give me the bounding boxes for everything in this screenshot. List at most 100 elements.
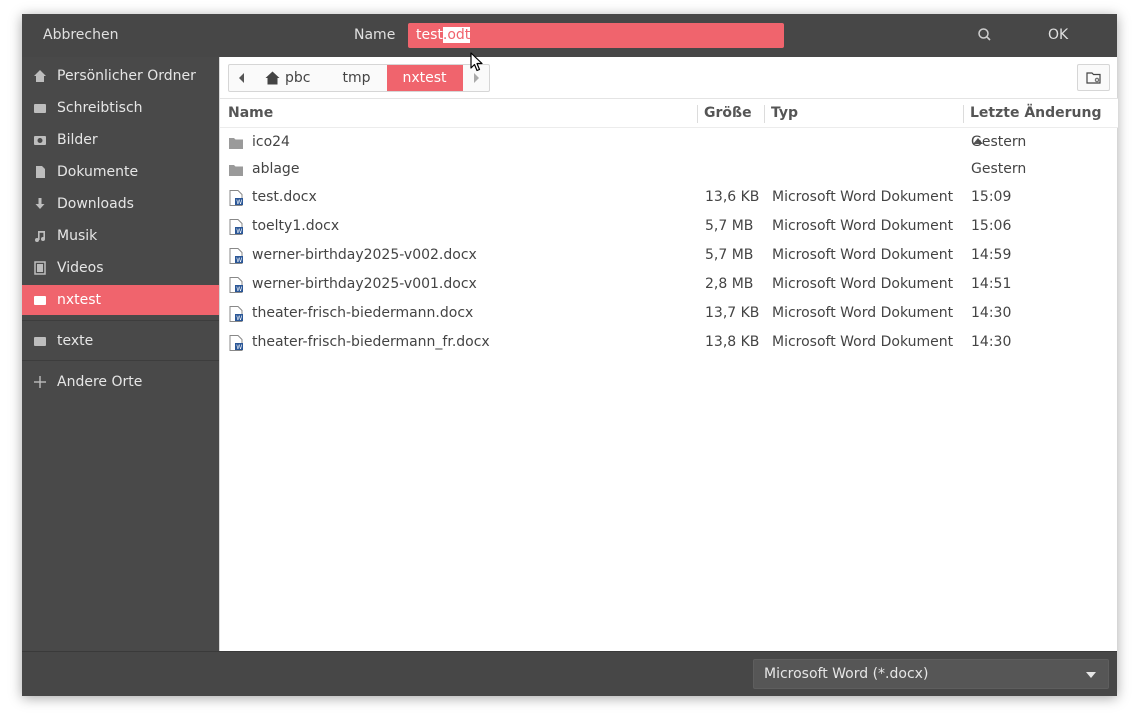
file-size: 5,7 MB <box>705 218 754 234</box>
sidebar-item-label: nxtest <box>57 292 102 308</box>
search-button[interactable] <box>976 26 994 44</box>
file-name: theater-frisch-biedermann_fr.docx <box>252 334 490 350</box>
sidebar-item-label: Videos <box>57 260 104 276</box>
word-document-icon: W <box>229 335 243 351</box>
sidebar-item-label: Andere Orte <box>57 374 143 390</box>
svg-text:W: W <box>236 286 242 293</box>
file-type: Microsoft Word Dokument <box>772 305 954 321</box>
file-name: theater-frisch-biedermann.docx <box>252 305 474 321</box>
table-row[interactable]: W toelty1.docx 5,7 MB Microsoft Word Dok… <box>220 212 1118 241</box>
file-save-dialog: Abbrechen Name test.odt OK Persönlicher … <box>22 14 1118 696</box>
sidebar-item-videos[interactable]: Videos <box>22 253 219 283</box>
chevron-down-icon <box>1086 672 1096 678</box>
file-modified: Gestern <box>971 134 1027 150</box>
sidebar-item-other-locations[interactable]: Andere Orte <box>22 367 219 397</box>
file-type: Microsoft Word Dokument <box>772 276 954 292</box>
path-segment-pbc[interactable]: pbc <box>255 65 326 91</box>
path-segment-tmp[interactable]: tmp <box>326 65 386 91</box>
file-size: 13,8 KB <box>705 334 760 350</box>
sidebar-item-documents[interactable]: Dokumente <box>22 157 219 187</box>
file-type: Microsoft Word Dokument <box>772 189 954 205</box>
path-segment-nxtest[interactable]: nxtest <box>386 65 463 91</box>
column-header-modified-label: Letzte Änderung <box>970 105 1102 121</box>
path-back-button[interactable] <box>229 65 255 91</box>
file-modified: Gestern <box>971 161 1027 177</box>
plus-icon <box>34 376 46 388</box>
table-row[interactable]: ico24 Gestern <box>220 128 1118 157</box>
path-bar: pbc tmp nxtest <box>228 64 490 92</box>
folder-icon <box>34 104 46 113</box>
file-list-header: Name Größe Typ Letzte Änderung <box>220 98 1118 144</box>
ok-button[interactable]: OK <box>1048 14 1068 57</box>
file-size: 13,7 KB <box>705 305 760 321</box>
table-row[interactable]: W theater-frisch-biedermann_fr.docx 13,8… <box>220 328 1118 357</box>
new-folder-button[interactable] <box>1077 64 1110 91</box>
filename-input[interactable]: test.odt <box>408 23 784 48</box>
file-size: 5,7 MB <box>705 247 754 263</box>
name-label: Name <box>354 27 396 43</box>
word-document-icon: W <box>229 190 243 206</box>
folder-icon <box>229 165 243 176</box>
file-name: ico24 <box>252 134 290 150</box>
sidebar-separator <box>22 360 219 361</box>
table-row[interactable]: W werner-birthday2025-v001.docx 2,8 MB M… <box>220 270 1118 299</box>
document-icon <box>36 166 45 178</box>
folder-icon <box>229 138 243 149</box>
svg-text:W: W <box>236 257 242 264</box>
path-segment-label: pbc <box>285 70 311 86</box>
sidebar-item-desktop[interactable]: Schreibtisch <box>22 93 219 123</box>
footer-bar: Microsoft Word (*.docx) <box>22 651 1117 696</box>
sidebar-item-label: Bilder <box>57 132 98 148</box>
file-name: werner-birthday2025-v002.docx <box>252 247 477 263</box>
file-size: 13,6 KB <box>705 189 760 205</box>
file-modified: 15:09 <box>971 189 1012 205</box>
file-name: test.docx <box>252 189 317 205</box>
file-name: toelty1.docx <box>252 218 340 234</box>
sidebar-item-music[interactable]: Musik <box>22 221 219 251</box>
file-type: Microsoft Word Dokument <box>772 334 954 350</box>
file-modified: 14:51 <box>971 276 1012 292</box>
column-header-type[interactable]: Typ <box>771 99 798 127</box>
sidebar-item-label: Downloads <box>57 196 134 212</box>
file-type: Microsoft Word Dokument <box>772 247 954 263</box>
sidebar-separator <box>22 320 219 321</box>
filename-base-text: test <box>416 27 443 43</box>
film-icon <box>34 261 46 275</box>
column-separator <box>697 105 698 123</box>
table-row[interactable]: W theater-frisch-biedermann.docx 13,7 KB… <box>220 299 1118 328</box>
column-header-modified[interactable]: Letzte Änderung <box>970 99 1118 144</box>
file-name: werner-birthday2025-v001.docx <box>252 276 477 292</box>
sidebar-item-label: Schreibtisch <box>57 100 143 116</box>
sidebar-item-label: Dokumente <box>57 164 139 180</box>
svg-text:W: W <box>236 199 242 206</box>
word-document-icon: W <box>229 306 243 322</box>
sidebar-item-home[interactable]: Persönlicher Ordner <box>22 61 219 91</box>
home-icon <box>34 70 46 82</box>
filename-selected-text: .odt <box>442 27 471 43</box>
table-row[interactable]: W test.docx 13,6 KB Microsoft Word Dokum… <box>220 183 1118 212</box>
svg-text:W: W <box>236 344 242 351</box>
sidebar-item-downloads[interactable]: Downloads <box>22 189 219 219</box>
column-header-size[interactable]: Größe <box>704 99 752 127</box>
file-type-filter-select[interactable]: Microsoft Word (*.docx) <box>753 659 1109 689</box>
cancel-button[interactable]: Abbrechen <box>43 14 118 57</box>
filter-selected-value: Microsoft Word (*.docx) <box>764 666 929 682</box>
download-icon <box>35 198 45 209</box>
file-modified: 14:59 <box>971 247 1012 263</box>
sidebar-item-texte[interactable]: texte <box>22 326 219 356</box>
svg-text:W: W <box>236 228 242 235</box>
table-row[interactable]: W werner-birthday2025-v002.docx 5,7 MB M… <box>220 241 1118 270</box>
sidebar-item-label: Persönlicher Ordner <box>57 68 196 84</box>
search-icon <box>978 28 991 41</box>
music-icon <box>35 231 45 242</box>
column-header-name[interactable]: Name <box>228 99 273 127</box>
word-document-icon: W <box>229 248 243 264</box>
file-browser: pbc tmp nxtest Name Größe Typ Letzte Änd… <box>219 57 1118 651</box>
chevron-right-icon <box>473 73 479 83</box>
file-modified: 15:06 <box>971 218 1012 234</box>
header-bar: Abbrechen Name test.odt OK <box>22 14 1117 57</box>
sidebar-item-pictures[interactable]: Bilder <box>22 125 219 155</box>
mouse-cursor-icon <box>470 52 483 72</box>
table-row[interactable]: ablage Gestern <box>220 155 1118 184</box>
sidebar-item-nxtest[interactable]: nxtest <box>22 285 219 315</box>
